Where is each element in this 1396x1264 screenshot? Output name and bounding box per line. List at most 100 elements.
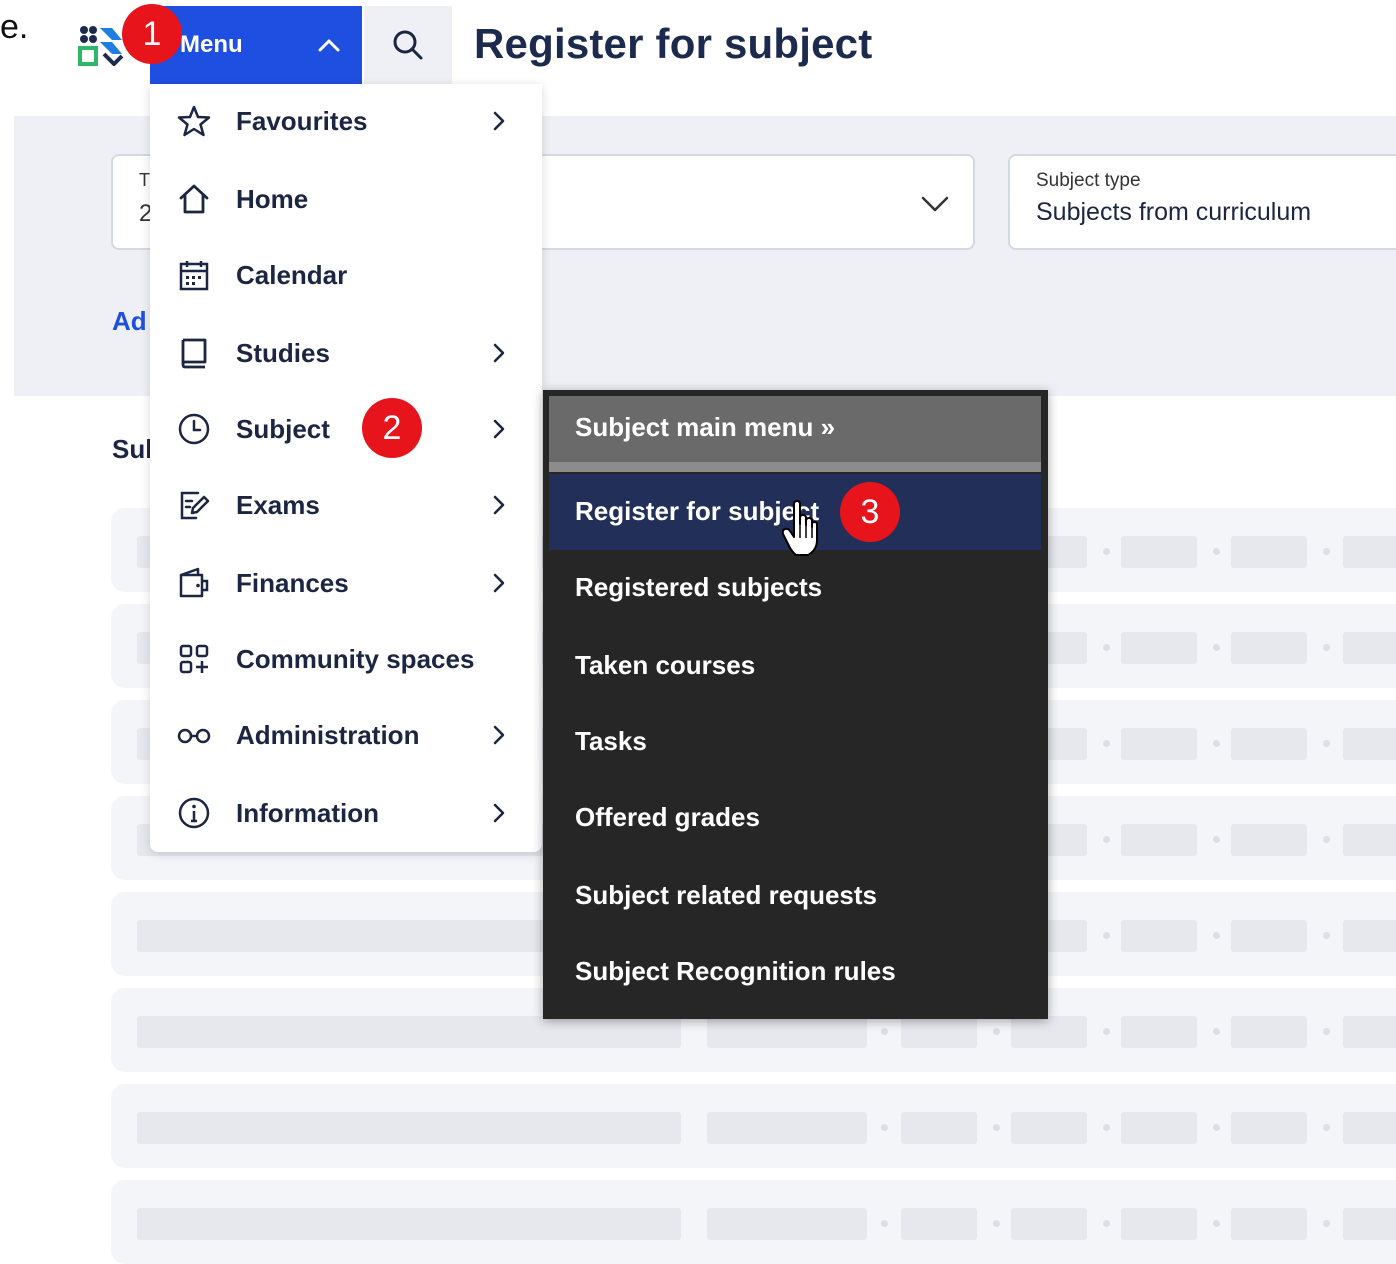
search-icon: [393, 30, 423, 60]
chevron-right-icon: [493, 495, 505, 515]
skeleton-bar: [1343, 1208, 1396, 1240]
skeleton-dot: [1103, 836, 1110, 843]
add-link[interactable]: Ad: [112, 306, 147, 337]
submenu-item-tasks[interactable]: Tasks: [575, 726, 647, 757]
skeleton-dot: [993, 1028, 1000, 1035]
skeleton-dot: [1323, 932, 1330, 939]
skeleton-dot: [881, 1028, 888, 1035]
page-title: Register for subject: [474, 20, 873, 67]
menu-item-home[interactable]: Home: [150, 164, 542, 234]
submenu-item-subject-recognition-rules[interactable]: Subject Recognition rules: [575, 956, 896, 987]
skeleton-dot: [1323, 1220, 1330, 1227]
skeleton-dot: [1103, 548, 1110, 555]
logo-icon: [78, 26, 124, 67]
skeleton-dot: [1323, 836, 1330, 843]
skeleton-dot: [1213, 932, 1220, 939]
skeleton-bar: [1121, 1016, 1197, 1048]
chevron-right-icon: [493, 111, 505, 131]
menu-item-label: Community spaces: [236, 643, 475, 674]
book-icon: [174, 333, 214, 373]
skeleton-bar: [1121, 536, 1197, 568]
clock-icon: [174, 409, 214, 449]
chevron-up-icon: [318, 39, 340, 52]
skeleton-bar: [137, 1112, 681, 1144]
skeleton-bar: [1121, 632, 1197, 664]
grid-plus-icon: [174, 639, 214, 679]
skeleton-bar: [1343, 1016, 1396, 1048]
skeleton-dot: [1103, 1220, 1110, 1227]
skeleton-dot: [993, 1220, 1000, 1227]
callout-badge-1: 1: [122, 4, 182, 64]
skeleton-dot: [1213, 1028, 1220, 1035]
menu-item-calendar[interactable]: Calendar: [150, 240, 542, 310]
search-button[interactable]: [364, 6, 452, 84]
menu-item-administration[interactable]: Administration: [150, 700, 542, 770]
hand-cursor-icon: [781, 500, 818, 556]
submenu-item-offered-grades[interactable]: Offered grades: [575, 802, 760, 833]
skeleton-bar: [901, 1112, 977, 1144]
menu-item-community-spaces[interactable]: Community spaces: [150, 624, 542, 694]
menu-item-label: Administration: [236, 719, 420, 750]
chevron-right-icon: [493, 573, 505, 593]
menu-item-label: Exams: [236, 489, 320, 520]
stray-text: e.: [0, 8, 29, 46]
menu-button-label: Menu: [180, 31, 243, 58]
skeleton-dot: [1103, 740, 1110, 747]
submenu-item-taken-courses[interactable]: Taken courses: [575, 650, 755, 681]
menu-item-finances[interactable]: Finances: [150, 548, 542, 618]
menu-item-label: Studies: [236, 337, 330, 368]
skeleton-dot: [1103, 932, 1110, 939]
skeleton-dot: [1323, 740, 1330, 747]
skeleton-dot: [1103, 1124, 1110, 1131]
skeleton-bar: [137, 1016, 681, 1048]
menu-item-label: Subject: [236, 413, 330, 444]
skeleton-bar: [707, 1208, 867, 1240]
app-logo[interactable]: [78, 24, 124, 67]
menu-item-label: Information: [236, 797, 379, 828]
skeleton-bar: [901, 1016, 977, 1048]
chevron-right-icon: [493, 343, 505, 363]
skeleton-bar: [1121, 824, 1197, 856]
skeleton-bar: [1343, 632, 1396, 664]
skeleton-dot: [1103, 644, 1110, 651]
subject-type-select[interactable]: Subject type Subjects from curriculum: [1008, 154, 1396, 250]
menu-item-label: Finances: [236, 567, 349, 598]
subject-type-label: Subject type: [1036, 170, 1141, 191]
skeleton-dot: [1213, 1124, 1220, 1131]
skeleton-bar: [1121, 728, 1197, 760]
glasses-icon: [174, 715, 214, 755]
menu-item-information[interactable]: Information: [150, 778, 542, 848]
callout-badge-3: 3: [840, 482, 900, 542]
menu-item-favourites[interactable]: Favourites: [150, 86, 542, 156]
skeleton-bar: [1121, 1112, 1197, 1144]
skeleton-row: [111, 1180, 1396, 1264]
section-heading: Sul: [112, 434, 153, 464]
skeleton-dot: [1213, 644, 1220, 651]
menu-button[interactable]: Menu: [150, 6, 362, 84]
skeleton-dot: [881, 1220, 888, 1227]
submenu-header-label: Subject main menu »: [575, 412, 836, 442]
menu-item-subject[interactable]: Subject: [150, 394, 542, 464]
skeleton-bar: [1231, 920, 1307, 952]
skeleton-dot: [1213, 836, 1220, 843]
submenu-item-registered-subjects[interactable]: Registered subjects: [575, 572, 822, 603]
skeleton-dot: [1323, 1124, 1330, 1131]
submenu-item-subject-related-requests[interactable]: Subject related requests: [575, 880, 877, 911]
term-select-label: T: [139, 170, 150, 190]
skeleton-bar: [1121, 920, 1197, 952]
menu-item-studies[interactable]: Studies: [150, 318, 542, 388]
edit-icon: [174, 485, 214, 525]
skeleton-bar: [1231, 1112, 1307, 1144]
submenu-header[interactable]: Subject main menu »: [549, 396, 1041, 462]
main-menu: Favourites Home Calendar Studies Subject…: [150, 84, 542, 852]
skeleton-bar: [1231, 1208, 1307, 1240]
skeleton-dot: [1103, 1028, 1110, 1035]
menu-item-exams[interactable]: Exams: [150, 470, 542, 540]
chevron-right-icon: [493, 419, 505, 439]
star-icon: [174, 101, 214, 141]
skeleton-bar: [707, 1016, 867, 1048]
skeleton-bar: [1343, 536, 1396, 568]
skeleton-dot: [1323, 644, 1330, 651]
skeleton-bar: [1121, 1208, 1197, 1240]
skeleton-bar: [1011, 1208, 1087, 1240]
